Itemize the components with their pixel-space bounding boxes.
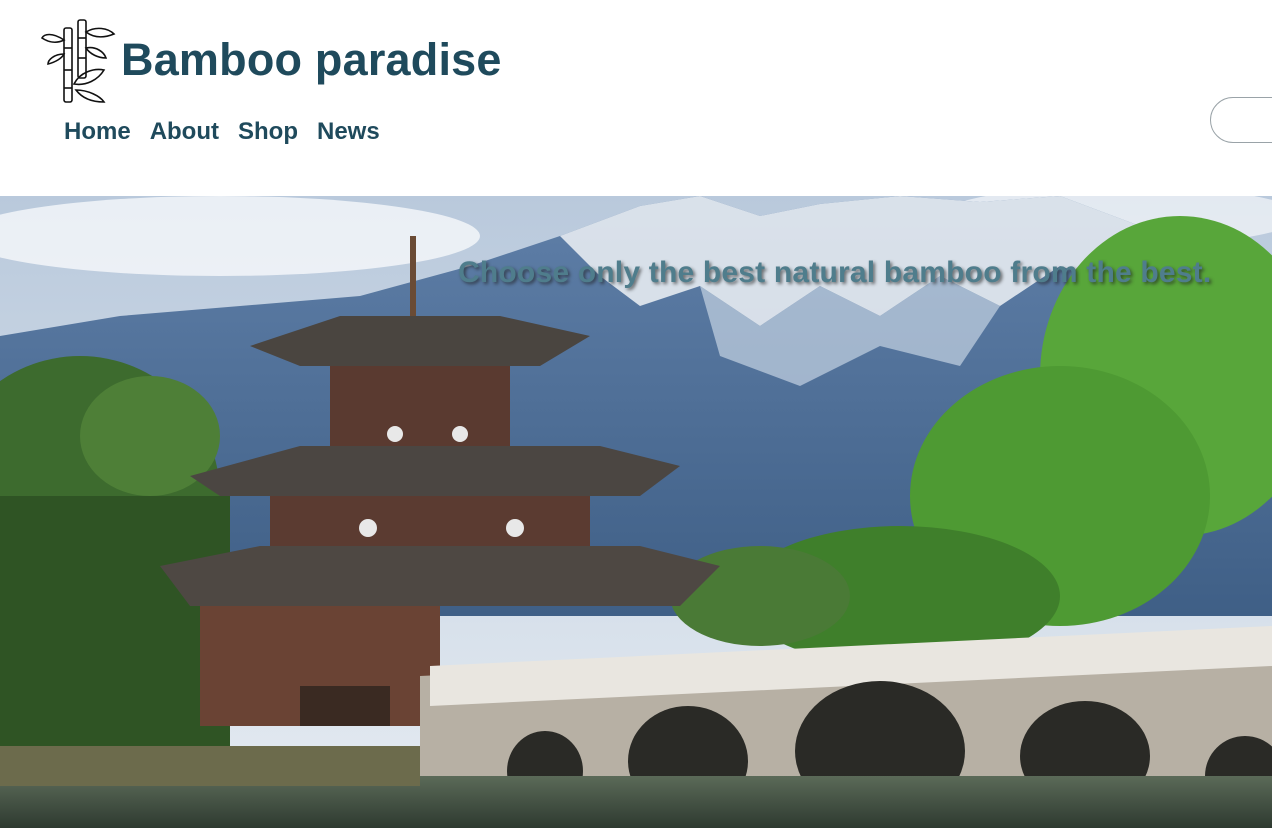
nav-about-link[interactable]: About (150, 118, 219, 146)
pagoda-landscape-image (0, 196, 1272, 828)
bamboo-icon[interactable] (40, 18, 118, 104)
main-nav: Home About Shop News (64, 118, 380, 146)
nav-shop-link[interactable]: Shop (238, 118, 298, 146)
site-header: Bamboo paradise Home About Shop News (0, 0, 1272, 196)
hero-banner: Choose only the best natural bamboo from… (0, 196, 1272, 828)
site-title[interactable]: Bamboo paradise (121, 34, 502, 86)
hero-tagline: Choose only the best natural bamboo from… (458, 256, 1212, 289)
nav-news-link[interactable]: News (317, 118, 380, 146)
search-input[interactable] (1210, 97, 1272, 143)
nav-home-link[interactable]: Home (64, 118, 131, 146)
